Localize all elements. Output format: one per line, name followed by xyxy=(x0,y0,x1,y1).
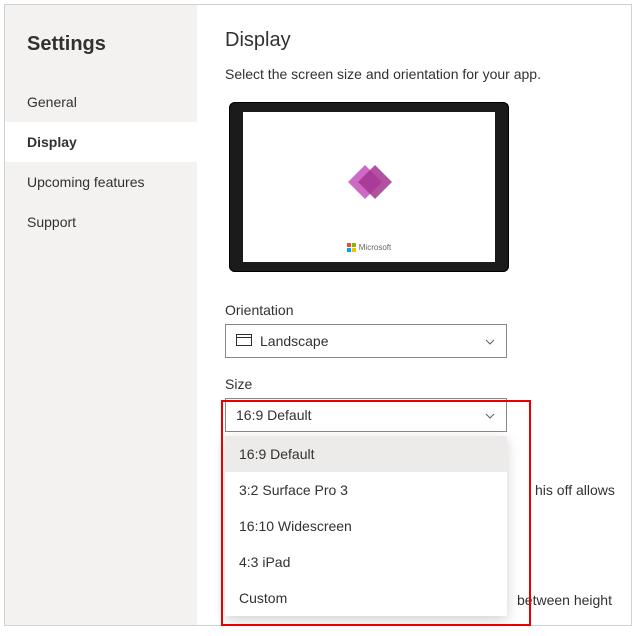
orientation-value: Landscape xyxy=(260,333,329,349)
microsoft-brand: Microsoft xyxy=(347,243,391,252)
device-preview: Microsoft xyxy=(229,102,509,272)
occluded-text-2: between height xyxy=(517,592,636,608)
sidebar-title: Settings xyxy=(5,23,197,82)
powerapps-logo-icon xyxy=(351,164,387,200)
size-option-16-9-default[interactable]: 16:9 Default xyxy=(225,436,507,472)
size-group: Size 16:9 Default 16:9 Default 3:2 Surfa… xyxy=(225,376,603,432)
size-value: 16:9 Default xyxy=(236,407,312,423)
size-option-custom[interactable]: Custom xyxy=(225,580,507,616)
sidebar-item-support[interactable]: Support xyxy=(5,202,197,242)
occluded-text-1: his off allows xyxy=(535,482,636,498)
page-subtitle: Select the screen size and orientation f… xyxy=(225,66,603,82)
microsoft-brand-text: Microsoft xyxy=(359,243,391,252)
chevron-down-icon xyxy=(484,409,496,421)
sidebar-item-display[interactable]: Display xyxy=(5,122,197,162)
sidebar-item-general[interactable]: General xyxy=(5,82,197,122)
orientation-select[interactable]: Landscape xyxy=(225,324,507,358)
size-label: Size xyxy=(225,376,603,392)
size-option-16-10-widescreen[interactable]: 16:10 Widescreen xyxy=(225,508,507,544)
sidebar: Settings General Display Upcoming featur… xyxy=(5,5,197,625)
chevron-down-icon xyxy=(484,335,496,347)
settings-window: Settings General Display Upcoming featur… xyxy=(4,4,632,626)
size-dropdown-list: 16:9 Default 3:2 Surface Pro 3 16:10 Wid… xyxy=(225,436,507,616)
size-option-3-2-surface-pro-3[interactable]: 3:2 Surface Pro 3 xyxy=(225,472,507,508)
page-title: Display xyxy=(225,29,603,52)
device-screen: Microsoft xyxy=(243,112,495,262)
main-panel: Display Select the screen size and orien… xyxy=(197,5,631,625)
size-select[interactable]: 16:9 Default xyxy=(225,398,507,432)
landscape-icon xyxy=(236,333,252,349)
orientation-label: Orientation xyxy=(225,302,603,318)
microsoft-logo-icon xyxy=(347,243,356,252)
size-option-4-3-ipad[interactable]: 4:3 iPad xyxy=(225,544,507,580)
sidebar-item-upcoming-features[interactable]: Upcoming features xyxy=(5,162,197,202)
